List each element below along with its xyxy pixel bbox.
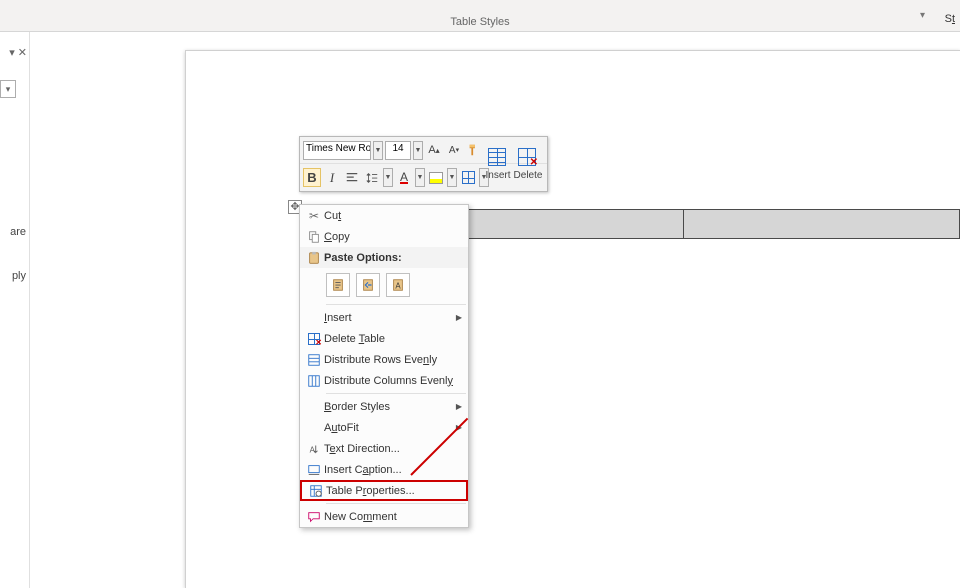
menu-border-styles[interactable]: Border Styles ▶ xyxy=(300,396,468,417)
menu-separator xyxy=(326,304,466,305)
comment-icon xyxy=(304,510,324,524)
font-color-dropdown-icon[interactable]: ▼ xyxy=(415,168,425,187)
caption-icon xyxy=(304,463,324,477)
font-name-dropdown-icon[interactable]: ▼ xyxy=(373,141,383,160)
pane-dropdown-icon[interactable]: ▾ xyxy=(9,46,15,59)
menu-paste-options-header: Paste Options: xyxy=(300,247,468,268)
paste-text-only[interactable]: A xyxy=(386,273,410,297)
ribbon-collapse-icon[interactable]: ▾ xyxy=(920,10,925,21)
autofit-label: AutoFit xyxy=(324,422,359,434)
spacing-dropdown-icon[interactable]: ▼ xyxy=(383,168,393,187)
grow-font-button[interactable]: A▴ xyxy=(425,141,443,160)
pane-close-icon[interactable]: ✕ xyxy=(18,46,27,59)
svg-text:A: A xyxy=(310,445,316,454)
svg-text:A: A xyxy=(395,282,401,291)
menu-cut[interactable]: ✂ Cut xyxy=(300,205,468,226)
dist-rows-label: Distribute Rows Evenly xyxy=(324,354,437,366)
side-text-ply: ply xyxy=(0,270,26,282)
font-size-dropdown-icon[interactable]: ▼ xyxy=(413,141,423,160)
paste-options-row: A xyxy=(300,268,468,302)
paste-keep-formatting[interactable] xyxy=(326,273,350,297)
highlight-button[interactable] xyxy=(427,168,445,187)
chevron-right-icon: ▶ xyxy=(456,313,462,322)
font-color-button[interactable]: A xyxy=(395,168,413,187)
side-dropdown[interactable]: ▾ xyxy=(0,80,16,98)
paintbrush-icon xyxy=(467,143,481,157)
menu-separator xyxy=(326,503,466,504)
delete-table-button[interactable]: ✕ Delete xyxy=(513,139,543,189)
line-spacing-icon xyxy=(365,171,379,185)
dist-rows-icon xyxy=(304,353,324,367)
pane-close-group: ▾ ✕ xyxy=(9,46,27,59)
copy-label: Copy xyxy=(324,231,350,243)
bold-button[interactable]: B xyxy=(303,168,321,187)
borders-button[interactable] xyxy=(459,168,477,187)
format-painter-button[interactable] xyxy=(465,141,483,160)
text-direction-icon: A xyxy=(304,442,324,456)
delete-label: Delete xyxy=(514,170,543,181)
table-context-menu: ✂ Cut Copy Paste Options: A Insert ▶ ✕ D… xyxy=(299,204,469,528)
text-direction-label: Text Direction... xyxy=(324,443,400,455)
side-text-are: are xyxy=(0,226,26,238)
border-styles-label: Border Styles xyxy=(324,401,390,413)
insert-label: Insert xyxy=(324,312,352,324)
dist-cols-label: Distribute Columns Evenly xyxy=(324,375,453,387)
ribbon-group-label: Table Styles xyxy=(450,16,509,28)
delete-table-label: Delete Table xyxy=(324,333,385,345)
menu-copy[interactable]: Copy xyxy=(300,226,468,247)
table-properties-label: Table Properties... xyxy=(326,485,415,497)
dist-cols-icon xyxy=(304,374,324,388)
highlight-dropdown-icon[interactable]: ▼ xyxy=(447,168,457,187)
paste-options-label: Paste Options: xyxy=(324,252,462,264)
menu-insert-caption[interactable]: Insert Caption... xyxy=(300,459,468,480)
menu-table-properties[interactable]: Table Properties... xyxy=(300,480,468,501)
insert-table-button[interactable]: Insert xyxy=(483,139,513,189)
cut-label: Cut xyxy=(324,210,341,222)
scissors-icon: ✂ xyxy=(304,209,324,223)
line-spacing-button[interactable] xyxy=(363,168,381,187)
styles-pane-fragment: ▾ ✕ ▾ are ply xyxy=(0,32,30,588)
align-icon xyxy=(345,171,359,185)
table-properties-icon xyxy=(306,484,326,498)
delete-table-icon: ✕ xyxy=(304,333,324,345)
menu-autofit[interactable]: AutoFit ▶ xyxy=(300,417,468,438)
menu-distribute-cols[interactable]: Distribute Columns Evenly xyxy=(300,370,468,391)
align-button[interactable] xyxy=(343,168,361,187)
menu-new-comment[interactable]: New Comment xyxy=(300,506,468,527)
corner-text: St xyxy=(945,13,955,25)
new-comment-label: New Comment xyxy=(324,511,397,523)
insert-label: Insert xyxy=(485,170,510,181)
menu-distribute-rows[interactable]: Distribute Rows Evenly xyxy=(300,349,468,370)
chevron-right-icon: ▶ xyxy=(456,423,462,432)
clipboard-icon xyxy=(304,251,324,265)
copy-icon xyxy=(304,230,324,244)
font-name-input[interactable]: Times New Ro xyxy=(303,141,371,160)
insert-caption-label: Insert Caption... xyxy=(324,464,402,476)
menu-insert[interactable]: Insert ▶ xyxy=(300,307,468,328)
menu-separator xyxy=(326,393,466,394)
chevron-right-icon: ▶ xyxy=(456,402,462,411)
shrink-font-button[interactable]: A▾ xyxy=(445,141,463,160)
mini-toolbar: Times New Ro ▼ 14 ▼ A▴ A▾ B I ▼ A ▼ ▼ ▼ … xyxy=(299,136,548,192)
menu-delete-table[interactable]: ✕ Delete Table xyxy=(300,328,468,349)
paste-merge-formatting[interactable] xyxy=(356,273,380,297)
menu-text-direction[interactable]: A Text Direction... xyxy=(300,438,468,459)
font-size-input[interactable]: 14 xyxy=(385,141,411,160)
ribbon-top-bar: Table Styles ▾ St xyxy=(0,0,960,32)
italic-button[interactable]: I xyxy=(323,168,341,187)
